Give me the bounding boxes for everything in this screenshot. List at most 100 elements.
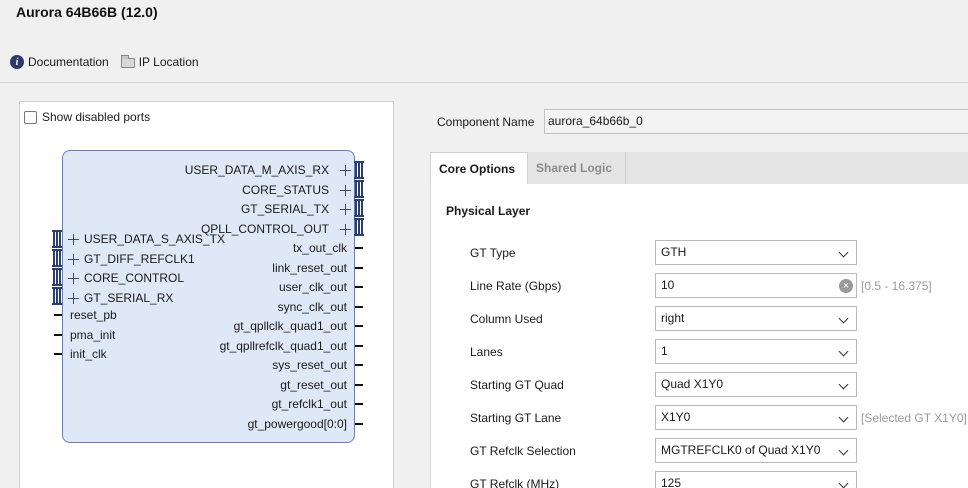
chevron-down-icon (838, 478, 849, 488)
chevron-down-icon (838, 445, 849, 456)
ip-symbol-panel: Show disabled ports USER_DATA_M_AXIS_RX C… (19, 101, 394, 488)
chevron-down-icon (838, 412, 849, 423)
port-label-left-signal: init_clk (70, 347, 107, 361)
field-value: 125 (661, 476, 682, 488)
port-pin (355, 305, 363, 308)
bus-connector-icon (52, 249, 62, 270)
port-pin (355, 247, 363, 249)
port-pin (355, 422, 363, 425)
chevron-down-icon (838, 346, 849, 357)
port-label-right-signal: gt_reset_out (280, 377, 347, 392)
expand-plus-icon[interactable] (340, 165, 351, 176)
ip-location-label: IP Location (138, 55, 199, 69)
documentation-link[interactable]: i Documentation (10, 55, 109, 69)
dropdown-select[interactable]: X1Y0 (655, 405, 857, 430)
expand-plus-icon[interactable] (340, 204, 351, 215)
link-bar: i Documentation IP Location (10, 55, 199, 69)
window-title: Aurora 64B66B (12.0) (16, 4, 158, 20)
field-value: 10 (661, 278, 675, 292)
dropdown-select[interactable]: 1 (655, 339, 857, 364)
show-disabled-ports-label: Show disabled ports (42, 110, 151, 124)
field-label: Line Rate (Gbps) (470, 279, 562, 293)
port-pin (54, 353, 62, 355)
port-label-right-signal: gt_qpllrefclk_quad1_out (219, 338, 347, 353)
port-label-right-signal: gt_qpllclk_quad1_out (233, 319, 347, 333)
port-label-right-signal: tx_out_clk (292, 241, 347, 255)
port-pin (355, 286, 363, 288)
field-label: Starting GT Lane (470, 411, 562, 425)
bus-connector-icon (354, 180, 364, 201)
bus-connector-icon (52, 230, 62, 251)
port-label-left-bus: GT_SERIAL_RX (84, 290, 174, 305)
field-label: Lanes (470, 345, 503, 359)
field-value: right (661, 311, 685, 325)
port-pin (355, 364, 363, 366)
show-disabled-ports-toggle[interactable]: Show disabled ports (24, 110, 150, 124)
expand-plus-icon[interactable] (340, 184, 351, 196)
ip-location-link[interactable]: IP Location (120, 55, 199, 69)
range-hint: [Selected GT X1Y0] (861, 411, 967, 425)
port-label-right-signal: sys_reset_out (272, 358, 347, 372)
field-label: GT Refclk Selection (470, 444, 576, 458)
chevron-down-icon (838, 379, 849, 390)
field-value: X1Y0 (661, 410, 691, 424)
field-label: GT Refclk (MHz) (470, 477, 560, 488)
tab-shared-logic[interactable]: Shared Logic (528, 152, 626, 184)
component-name-input[interactable]: aurora_64b66b_0 (544, 109, 968, 134)
bus-connector-icon (52, 287, 62, 308)
port-label-right-bus: CORE_STATUS (242, 182, 329, 197)
port-label-left-signal: reset_pb (70, 308, 117, 322)
core-options-form: Physical Layer GT Type GTH Line Rate (Gbps… (430, 184, 968, 488)
tab-bar: Core Options Shared Logic (430, 152, 968, 184)
port-pin (355, 403, 363, 405)
expand-plus-icon[interactable] (68, 292, 79, 304)
field-value: MGTREFCLK0 of Quad X1Y0 (661, 443, 821, 457)
bus-connector-icon (354, 199, 364, 220)
clear-icon[interactable]: × (839, 279, 853, 293)
port-label-left-signal: pma_init (70, 327, 116, 342)
port-label-left-bus: GT_DIFF_REFCLK1 (84, 251, 195, 266)
info-icon: i (10, 55, 24, 69)
show-disabled-ports-checkbox[interactable] (24, 110, 37, 124)
dropdown-select[interactable]: MGTREFCLK0 of Quad X1Y0 (655, 438, 857, 463)
port-label-left-bus: USER_DATA_S_AXIS_TX (84, 232, 225, 246)
port-label-right-bus: GT_SERIAL_TX (240, 202, 329, 216)
chevron-down-icon (838, 247, 849, 258)
port-pin (54, 333, 62, 336)
port-pin (355, 344, 363, 347)
configuration-panel: Component Name aurora_64b66b_0 Core Opti… (400, 101, 968, 488)
expand-plus-icon[interactable] (68, 253, 79, 265)
port-label-left-bus: CORE_CONTROL (84, 271, 185, 285)
port-pin (355, 266, 363, 269)
tab-core-options[interactable]: Core Options (430, 152, 528, 184)
line-rate-input[interactable]: 10 × (655, 273, 857, 298)
header-divider (0, 82, 968, 83)
ip-symbol-block: USER_DATA_M_AXIS_RX CORE_STATUS GT_SERIAL_… (52, 150, 364, 443)
bus-connector-icon (52, 268, 62, 289)
expand-plus-icon[interactable] (340, 223, 351, 235)
field-value: GTH (661, 245, 687, 259)
field-label: Starting GT Quad (470, 378, 564, 392)
field-label: Column Used (470, 312, 543, 326)
documentation-label: Documentation (28, 55, 109, 69)
port-label-right-signal: user_clk_out (278, 280, 347, 294)
expand-plus-icon[interactable] (68, 273, 79, 284)
bus-connector-icon (354, 218, 364, 239)
field-value: Quad X1Y0 (661, 377, 724, 391)
field-value: 1 (661, 344, 668, 358)
dropdown-select[interactable]: right (655, 306, 857, 331)
field-label: GT Type (470, 246, 516, 260)
component-name-label: Component Name (437, 115, 535, 129)
dropdown-select[interactable]: Quad X1Y0 (655, 372, 857, 397)
dropdown-select[interactable]: 125 (655, 471, 857, 488)
port-pin (54, 314, 62, 316)
expand-plus-icon[interactable] (68, 234, 79, 245)
port-pin (355, 325, 363, 327)
range-hint: [0.5 - 16.375] (861, 279, 932, 293)
port-label-right-signal: gt_powergood[0:0] (247, 416, 347, 431)
chevron-down-icon (838, 313, 849, 324)
port-label-right-signal: link_reset_out (272, 260, 347, 275)
port-label-right-signal: sync_clk_out (277, 299, 347, 314)
dropdown-select[interactable]: GTH (655, 240, 857, 265)
port-pin (355, 383, 363, 386)
